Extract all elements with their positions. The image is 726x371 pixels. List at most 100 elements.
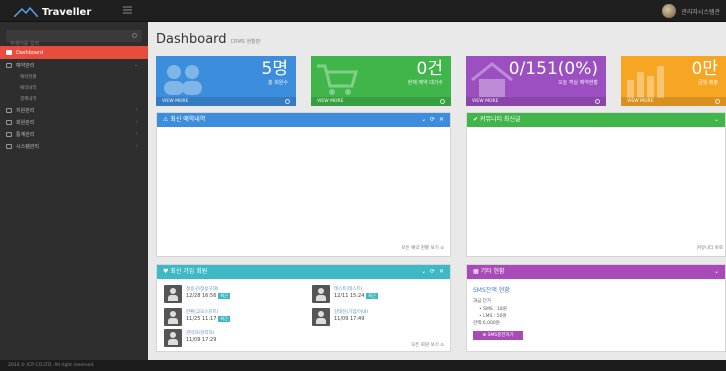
chart-icon <box>6 131 12 137</box>
panel-latest-reservations: ⚠ 최신 예약내역 ⌄ ⟳ ✕ 모든 예약 현황 보기 ⊙ <box>156 112 451 257</box>
users-icon <box>164 65 202 95</box>
sidebar-item-reservation[interactable]: 예약관리 ⌄ <box>0 59 148 71</box>
view-more-link[interactable]: VIEW MORE <box>156 97 296 106</box>
sidebar-item-members[interactable]: 회원관리 › <box>0 116 148 128</box>
member-date: 12/11 15:24 최근 <box>334 293 378 299</box>
stat-rooms: 0/151(0%) 오늘 객실 예약현황 VIEW MORE <box>466 56 606 106</box>
stat-value: 0만 <box>691 59 718 79</box>
sms-balance: 잔액:0,000원 <box>473 321 500 326</box>
date-text: 12/11 15:24 <box>334 293 365 299</box>
chart-icon: ▦ <box>473 268 481 275</box>
footer: 2014 © ICP CO.LTD. All right reserved. <box>0 360 726 371</box>
sidebar-item-system[interactable]: 시스템관리 › <box>0 140 148 152</box>
panel-new-members: ♥ 최신 가입 회원 ⌄ ⟳ ✕ 정승구(정승구대) 12/28 16:56 최근… <box>156 264 451 352</box>
main-content: Dashboard CRMS 현황판 5명 총 회원수 VIEW MORE 0건… <box>148 22 726 360</box>
arrow-circle-icon <box>715 99 720 104</box>
sidebar-subitem-payment[interactable]: 결제내역 <box>0 93 148 104</box>
member-date: 11/09 17:29 <box>186 337 217 343</box>
sidebar-item-dashboard[interactable]: Dashboard <box>0 46 153 59</box>
monitor-icon <box>6 107 12 113</box>
home-icon <box>6 50 12 55</box>
sidebar-item-support[interactable]: 지원관리 › <box>0 104 148 116</box>
user-menu[interactable]: 관리자시스템관 <box>662 4 720 18</box>
panel-title: 최신 예약내역 <box>170 116 206 123</box>
view-more-label: VIEW MORE <box>317 99 344 104</box>
panel-controls[interactable]: ⌄ ⟳ ✕ <box>421 113 445 127</box>
panel-other-status: ▦ 기타 현황 ⌄ SMS잔액 현황 과금 단가 • SMS : 18원 • L… <box>466 264 726 352</box>
member-date: 12/28 16:56 최근 <box>186 293 230 299</box>
button-label: SMS충전하기 <box>487 333 514 338</box>
panel-title: 커뮤니티 최신글 <box>479 116 521 123</box>
sidebar-subitem-status[interactable]: 예약현황 <box>0 71 148 82</box>
lms-rate: • LMS : 50원 <box>479 314 507 319</box>
sidebar: Dashboard 예약관리 ⌄ 예약현황 예약내역 결제내역 지원관리 › 회… <box>0 22 153 360</box>
stat-reservations: 0건 현재 예약 대기수 VIEW MORE <box>311 56 451 106</box>
date-text: 12/28 16:56 <box>186 293 217 299</box>
view-more-link[interactable]: VIEW MORE <box>466 97 606 106</box>
sms-charge-button[interactable]: ⊕ SMS충전하기 <box>473 331 523 340</box>
member-item[interactable]: 정승구(정승구대) 12/28 16:56 최근 <box>164 285 284 305</box>
chevron-down-icon: ⌄ <box>133 62 138 68</box>
member-item[interactable]: 강태진(기업/이내) 11/09 17:49 <box>312 308 432 328</box>
view-more-link[interactable]: VIEW MORE <box>311 97 451 106</box>
member-item[interactable]: 관리자(관리자) 11/09 17:29 <box>164 329 284 349</box>
panel-title: 기타 현황 <box>480 268 505 275</box>
page-header: Dashboard CRMS 현황판 <box>156 32 260 47</box>
search-icon[interactable] <box>132 33 137 38</box>
arrow-circle-icon: ⊙ <box>440 246 444 251</box>
menu-toggle-icon[interactable] <box>123 6 132 14</box>
user-photo-icon <box>312 285 330 303</box>
new-badge: 최근 <box>366 293 378 299</box>
sms-rate: • SMS : 18원 <box>479 307 507 312</box>
sidebar-item-label: 통계관리 <box>16 131 35 138</box>
stat-sales: 0만 금월 매출 VIEW MORE <box>621 56 726 106</box>
user-name: 관리자시스템관 <box>681 8 720 16</box>
panel-controls[interactable]: ⌄ ⟳ ✕ <box>421 265 445 279</box>
member-name: 강태진(기업/이내) <box>334 310 369 315</box>
logo[interactable]: Traveller <box>14 4 91 20</box>
member-name: 정승구(정승구대) <box>186 287 219 292</box>
chevron-right-icon: › <box>136 143 138 149</box>
sidebar-item-label: 예약관리 <box>16 62 35 69</box>
panel-controls[interactable]: ⌄ <box>714 113 720 127</box>
member-item[interactable]: 한환(고모스프트) 11/25 11:17 최근 <box>164 308 284 328</box>
rate-text: SMS : 18원 <box>483 307 507 312</box>
stat-label: 현재 예약 대기수 <box>407 80 443 86</box>
view-more-link[interactable]: VIEW MORE <box>621 97 726 106</box>
check-icon: ✔ <box>473 116 480 123</box>
page-subtitle: CRMS 현황판 <box>230 39 261 45</box>
member-item[interactable]: 테스트(테스트) 12/11 15:24 최근 <box>312 285 432 305</box>
house-icon <box>471 62 513 97</box>
user-photo-icon <box>312 308 330 326</box>
panel-header: ⚠ 최신 예약내역 ⌄ ⟳ ✕ <box>157 113 450 127</box>
view-all-reservations-link[interactable]: 모든 예약 현황 보기 ⊙ <box>401 245 444 251</box>
panel-header: ♥ 최신 가입 회원 ⌄ ⟳ ✕ <box>157 265 450 279</box>
stat-label: 금월 매출 <box>698 80 718 86</box>
sidebar-item-label: 회원관리 <box>16 119 35 126</box>
stat-value: 0/151(0%) <box>508 59 598 79</box>
panel-controls[interactable]: ⌄ <box>714 265 720 279</box>
chevron-right-icon: › <box>136 131 138 137</box>
date-text: 11/25 11:17 <box>186 316 217 322</box>
view-all-members-link[interactable]: 모든 회원 보기 ⊙ <box>411 342 444 348</box>
sidebar-item-label: Dashboard <box>16 49 44 56</box>
copyright: 2014 © ICP CO.LTD. All right reserved. <box>8 363 95 368</box>
link-label: 모든 예약 현황 보기 <box>401 246 439 251</box>
sms-balance-title: SMS잔액 현황 <box>473 287 510 294</box>
page-title: Dashboard <box>156 32 227 47</box>
stat-value: 0건 <box>416 59 443 79</box>
view-community-link[interactable]: 커뮤니티 바로 <box>697 245 723 251</box>
sidebar-item-label: 시스템관리 <box>16 143 40 150</box>
member-name: 테스트(테스트) <box>334 287 363 292</box>
sidebar-item-stats[interactable]: 통계관리 › <box>0 128 148 140</box>
new-badge: 최근 <box>218 293 230 299</box>
arrow-circle-icon <box>595 99 600 104</box>
view-more-label: VIEW MORE <box>472 99 499 104</box>
sidebar-item-label: 지원관리 <box>16 107 35 114</box>
arrow-circle-icon <box>285 99 290 104</box>
settings-icon <box>6 143 12 149</box>
sidebar-subitem-history[interactable]: 예약내역 <box>0 82 148 93</box>
cart-icon <box>317 64 358 95</box>
arrow-circle-icon <box>440 99 445 104</box>
link-label: 모든 회원 보기 <box>411 343 439 348</box>
